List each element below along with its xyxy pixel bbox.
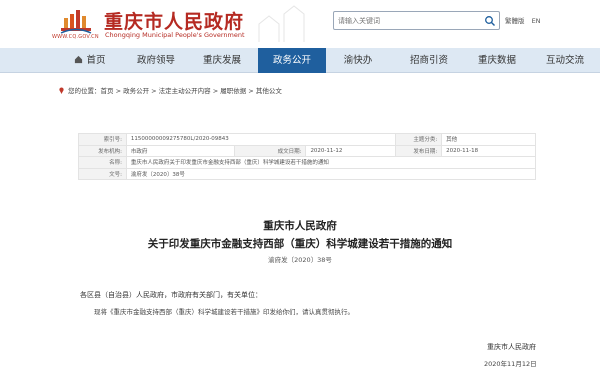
site-header: WWW.CQ.GOV.CN 重庆市人民政府 Chongqing Municipa…: [0, 0, 600, 48]
search-icon[interactable]: [484, 15, 496, 27]
site-subtitle: Chongqing Municipal People's Government: [105, 31, 245, 39]
info-key: 名称:: [78, 156, 127, 169]
info-row: 名称: 重庆市人民政府关于印发重庆市金融支持西部（重庆）科学城建设若干措施的通知: [78, 156, 537, 169]
document-title: 关于印发重庆市金融支持西部（重庆）科学城建设若干措施的通知: [147, 238, 453, 250]
main-nav: 首页 政府领导 重庆发展 政务公开 渝快办 招商引资 重庆数据 互动交流: [0, 48, 600, 73]
breadcrumb-label: 您的位置：: [68, 87, 101, 95]
info-row: 文号: 渝府发〔2020〕38号: [78, 167, 537, 180]
info-row: 发布机构: 市政府 成文日期: 2020-11-12 发布日期: 2020-11…: [78, 144, 536, 157]
nav-investment[interactable]: 招商引资: [396, 48, 462, 73]
site-url: WWW.CQ.GOV.CN: [52, 34, 99, 40]
document-info-table: 索引号: 11500000009275780L/2020-09843 主题分类:…: [78, 133, 537, 180]
info-key: 成文日期:: [233, 144, 307, 157]
breadcrumb-path[interactable]: 首页 > 政务公开 > 法定主动公开内容 > 履职依据 > 其他公文: [101, 87, 282, 95]
info-value: 2020-11-18: [441, 144, 536, 157]
info-value: 市政府: [125, 144, 235, 157]
info-value: 其他: [441, 133, 536, 146]
link-english[interactable]: EN: [532, 17, 541, 25]
info-key: 文号:: [78, 167, 127, 180]
breadcrumb: 您的位置：首页 > 政务公开 > 法定主动公开内容 > 履职依据 > 其他公文: [58, 85, 282, 95]
info-value: 2020-11-12: [305, 144, 397, 157]
nav-public-affairs[interactable]: 政务公开: [258, 48, 326, 73]
info-key: 主题分类:: [395, 133, 443, 146]
site-title[interactable]: 重庆市人民政府: [104, 7, 244, 34]
info-row: 索引号: 11500000009275780L/2020-09843 主题分类:…: [78, 133, 536, 146]
document-org: 重庆市人民政府: [263, 220, 337, 232]
info-value: 重庆市人民政府关于印发重庆市金融支持西部（重庆）科学城建设若干措施的通知: [125, 156, 537, 169]
top-links: 繁體版 EN: [505, 15, 546, 25]
search-box: [333, 11, 500, 30]
info-value: 11500000009275780L/2020-09843: [125, 133, 397, 146]
info-value: 渝府发〔2020〕38号: [125, 167, 537, 180]
nav-leaders[interactable]: 政府领导: [124, 48, 188, 73]
document-signature: 重庆市人民政府: [487, 343, 536, 351]
document-number: 渝府发〔2020〕38号: [268, 256, 332, 264]
nav-home-label: 首页: [86, 55, 106, 66]
nav-data[interactable]: 重庆数据: [464, 48, 530, 73]
home-icon: [75, 55, 83, 64]
nav-development[interactable]: 重庆发展: [190, 48, 254, 73]
nav-home[interactable]: 首页: [62, 48, 118, 73]
location-pin-icon: [59, 87, 64, 94]
decorative-building-icon: [258, 5, 305, 42]
government-logo-icon[interactable]: [58, 6, 94, 36]
nav-interaction[interactable]: 互动交流: [532, 48, 598, 73]
info-key: 发布机构:: [78, 144, 127, 157]
nav-yukuaiban[interactable]: 渝快办: [330, 48, 386, 73]
document-body: 现将《重庆市金融支持西部（重庆）科学城建设若干措施》印发给你们，请认真贯彻执行。: [94, 308, 354, 316]
link-traditional-chinese[interactable]: 繁體版: [505, 17, 525, 25]
info-key: 发布日期:: [395, 144, 443, 157]
search-input[interactable]: [338, 14, 478, 28]
document-date: 2020年11月12日: [484, 360, 537, 368]
info-key: 索引号:: [78, 133, 127, 146]
document-salutation: 各区县（自治县）人民政府，市政府有关部门，有关单位：: [80, 291, 262, 299]
